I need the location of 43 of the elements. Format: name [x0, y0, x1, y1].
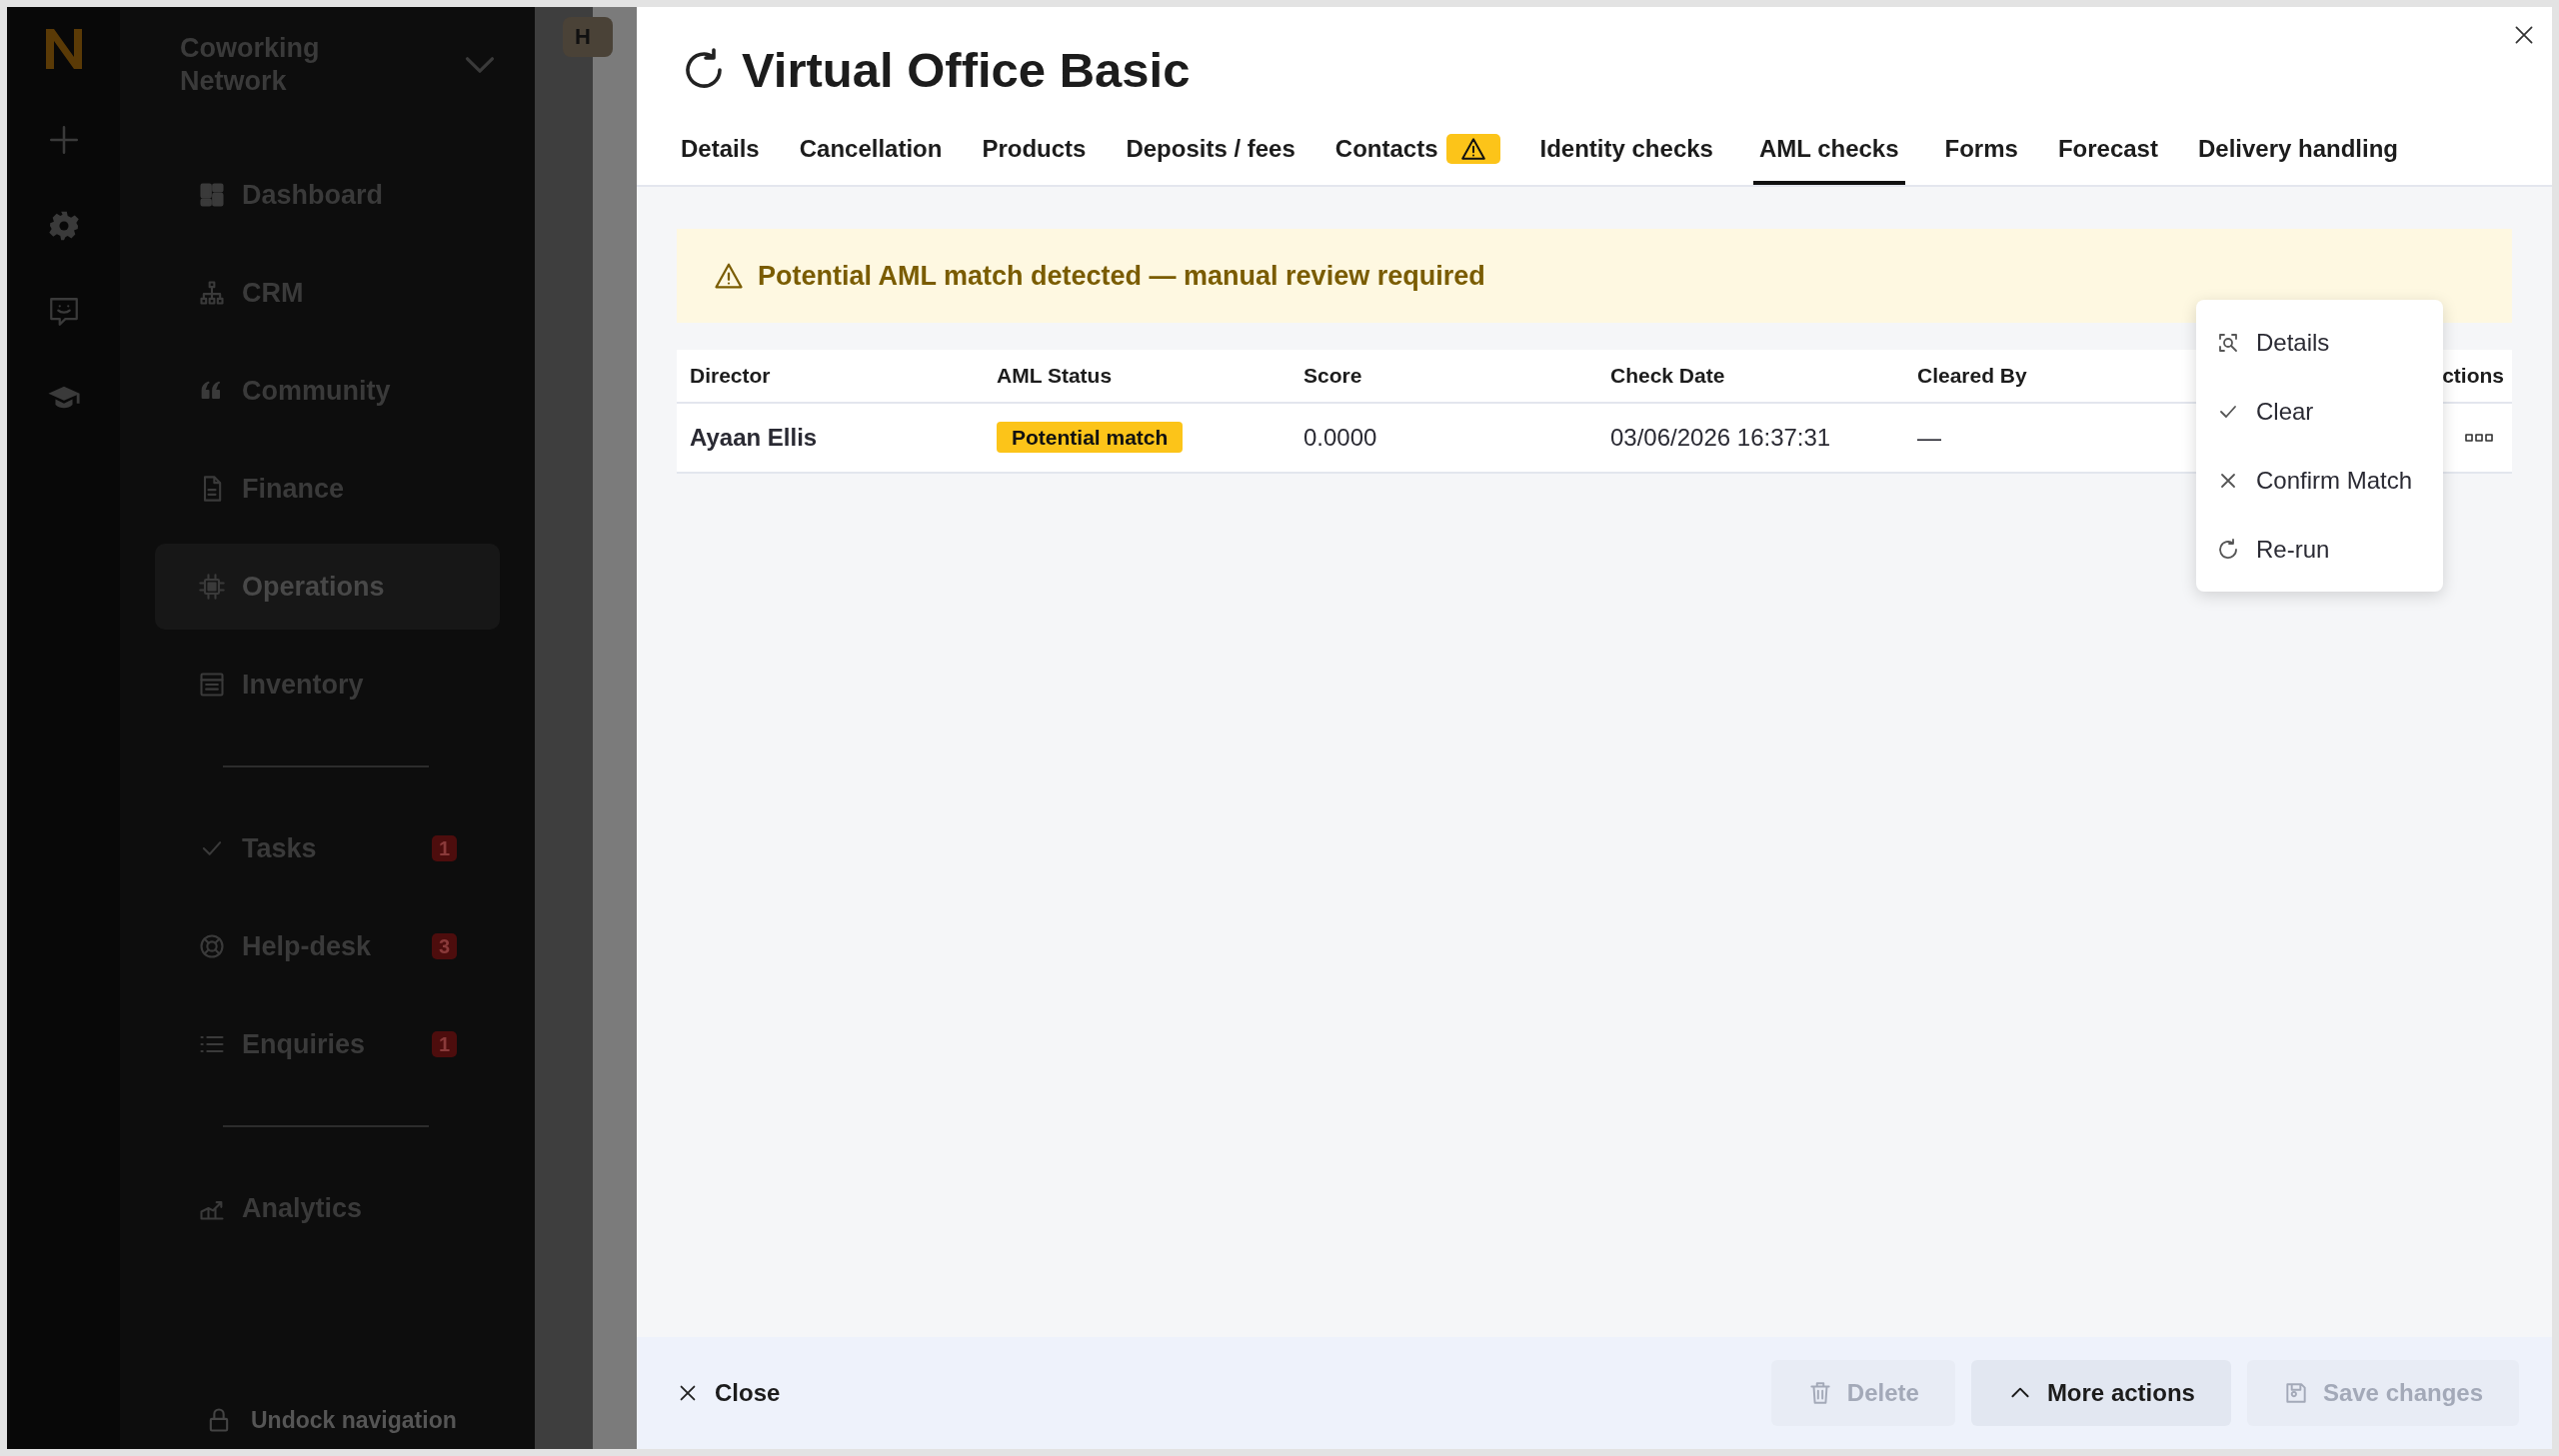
table-cell-text: —: [1917, 423, 1942, 453]
menu-item[interactable]: Re-run: [2196, 515, 2443, 584]
list-icon: [198, 671, 226, 699]
count-badge: 3: [431, 933, 457, 959]
tab[interactable]: Forms: [1944, 127, 2018, 185]
column-header: Score: [1303, 363, 1363, 390]
more-options-icon[interactable]: [2465, 433, 2493, 443]
table-cell-text: 0.0000: [1303, 423, 1378, 453]
column-header: ctions: [2441, 363, 2504, 390]
column-header: AML Status: [997, 363, 1114, 390]
director-name: Ayaan Ellis: [690, 423, 819, 453]
menu-item[interactable]: Confirm Match: [2196, 446, 2443, 515]
menu-item[interactable]: Clear: [2196, 377, 2443, 446]
tab-chip: H: [563, 17, 613, 57]
column-header: Cleared By: [1917, 363, 2028, 390]
count-badge: 1: [431, 1031, 457, 1057]
dashboard-icon: [198, 181, 226, 209]
column-header: Check Date: [1610, 363, 1726, 390]
table-cell-text: 03/06/2026 16:37:31: [1610, 423, 1832, 453]
panel-title: Virtual Office Basic: [742, 42, 1191, 99]
tab[interactable]: AML checks: [1752, 127, 1905, 185]
refresh-icon: [2216, 537, 2240, 562]
warning-icon: [714, 261, 744, 291]
alert-message: Potential AML match detected — manual review required: [758, 259, 1485, 293]
status-badge: Potential match: [997, 422, 1184, 454]
tab[interactable]: Products: [982, 127, 1087, 185]
chevron-down-icon[interactable]: [465, 56, 495, 73]
settings-icon[interactable]: [46, 209, 81, 243]
lifebuoy-icon: [198, 932, 226, 960]
count-badge: 1: [431, 835, 457, 861]
tab[interactable]: Delivery handling: [2197, 127, 2398, 185]
hierarchy-icon: [198, 279, 226, 307]
chip-icon: [198, 573, 226, 601]
menu-item[interactable]: Details: [2196, 308, 2443, 377]
tab[interactable]: Cancellation: [799, 127, 943, 185]
tab[interactable]: Details: [681, 127, 760, 185]
more-button[interactable]: More actions: [1970, 1360, 2231, 1426]
tab[interactable]: Forecast: [2057, 127, 2158, 185]
close-button[interactable]: Close: [677, 1375, 781, 1411]
column-header: Director: [690, 363, 772, 390]
tab[interactable]: Deposits / fees: [1126, 127, 1295, 185]
tab[interactable]: Contacts: [1334, 127, 1500, 185]
tab[interactable]: Identity checks: [1539, 127, 1713, 185]
